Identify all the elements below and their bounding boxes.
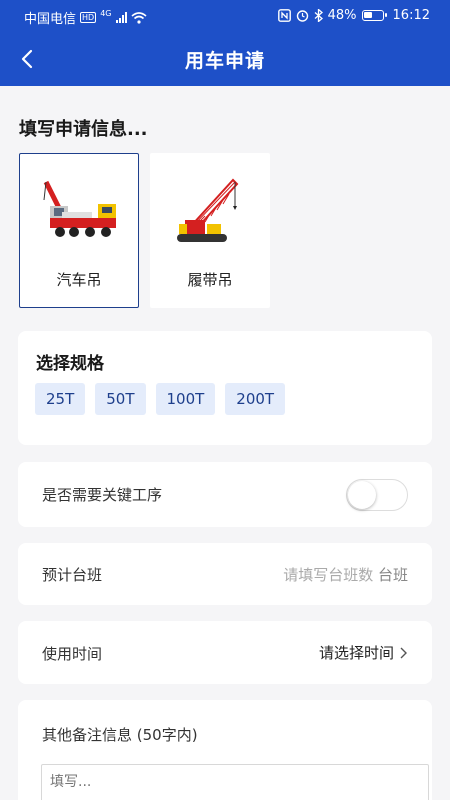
use-time-row[interactable]: 使用时间 请选择时间 (18, 621, 432, 684)
key-process-toggle[interactable] (346, 479, 408, 511)
use-time-label: 使用时间 (42, 645, 103, 663)
shifts-unit: 台班 (377, 566, 408, 584)
nav-bar: 用车申请 (0, 36, 450, 82)
nfc-icon (277, 9, 291, 22)
spec-card: 选择规格 25T 50T 100T 200T (18, 331, 432, 445)
spec-option-50t[interactable]: 50T (95, 383, 146, 415)
carrier-label: 中国电信 (24, 12, 77, 27)
shifts-input[interactable]: 请填写台班数 (283, 566, 373, 584)
status-bar: 中国电信 HD 4G 48% 16:12 (0, 0, 450, 30)
vehicle-type-crawler-crane[interactable]: 履带吊 (150, 153, 270, 308)
truck-crane-image (43, 180, 116, 237)
spec-title: 选择规格 (36, 354, 104, 374)
spec-option-200t[interactable]: 200T (225, 383, 286, 415)
remarks-label: 其他备注信息 (50字内) (42, 726, 198, 744)
spec-option-25t[interactable]: 25T (35, 383, 86, 415)
spec-options: 25T 50T 100T 200T (35, 383, 286, 415)
spec-option-100t[interactable]: 100T (155, 383, 216, 415)
app-header: 中国电信 HD 4G 48% 16:12 用车申请 (0, 0, 450, 86)
key-process-label: 是否需要关键工序 (42, 486, 163, 504)
toggle-knob (348, 481, 376, 509)
vehicle-type-label: 汽车吊 (56, 271, 102, 289)
shifts-row: 预计台班 请填写台班数 台班 (18, 543, 432, 605)
page-title: 用车申请 (184, 50, 265, 72)
clock: 16:12 (392, 8, 430, 23)
crawler-crane-image (177, 178, 239, 242)
network-type: 4G (100, 9, 112, 18)
use-time-picker[interactable]: 请选择时间 (319, 642, 408, 663)
shifts-input-group[interactable]: 请填写台班数 台班 (283, 564, 408, 585)
shifts-label: 预计台班 (42, 566, 103, 584)
battery-percent: 48% (327, 8, 357, 23)
alarm-icon (296, 10, 308, 22)
use-time-value: 请选择时间 (318, 644, 394, 662)
chevron-right-icon (400, 647, 407, 658)
wifi-icon (130, 11, 147, 24)
remarks-card: 其他备注信息 (50字内) (18, 700, 432, 800)
hd-badge: HD (80, 12, 97, 23)
vehicle-type-truck-crane[interactable]: 汽车吊 (19, 153, 139, 308)
bluetooth-icon (314, 9, 323, 22)
vehicle-type-label: 履带吊 (187, 271, 233, 289)
battery-icon (361, 10, 387, 21)
key-process-row: 是否需要关键工序 (18, 462, 432, 527)
remarks-textarea[interactable] (41, 764, 429, 800)
section-title: 填写申请信息... (19, 119, 148, 140)
signal-icon (115, 12, 127, 23)
